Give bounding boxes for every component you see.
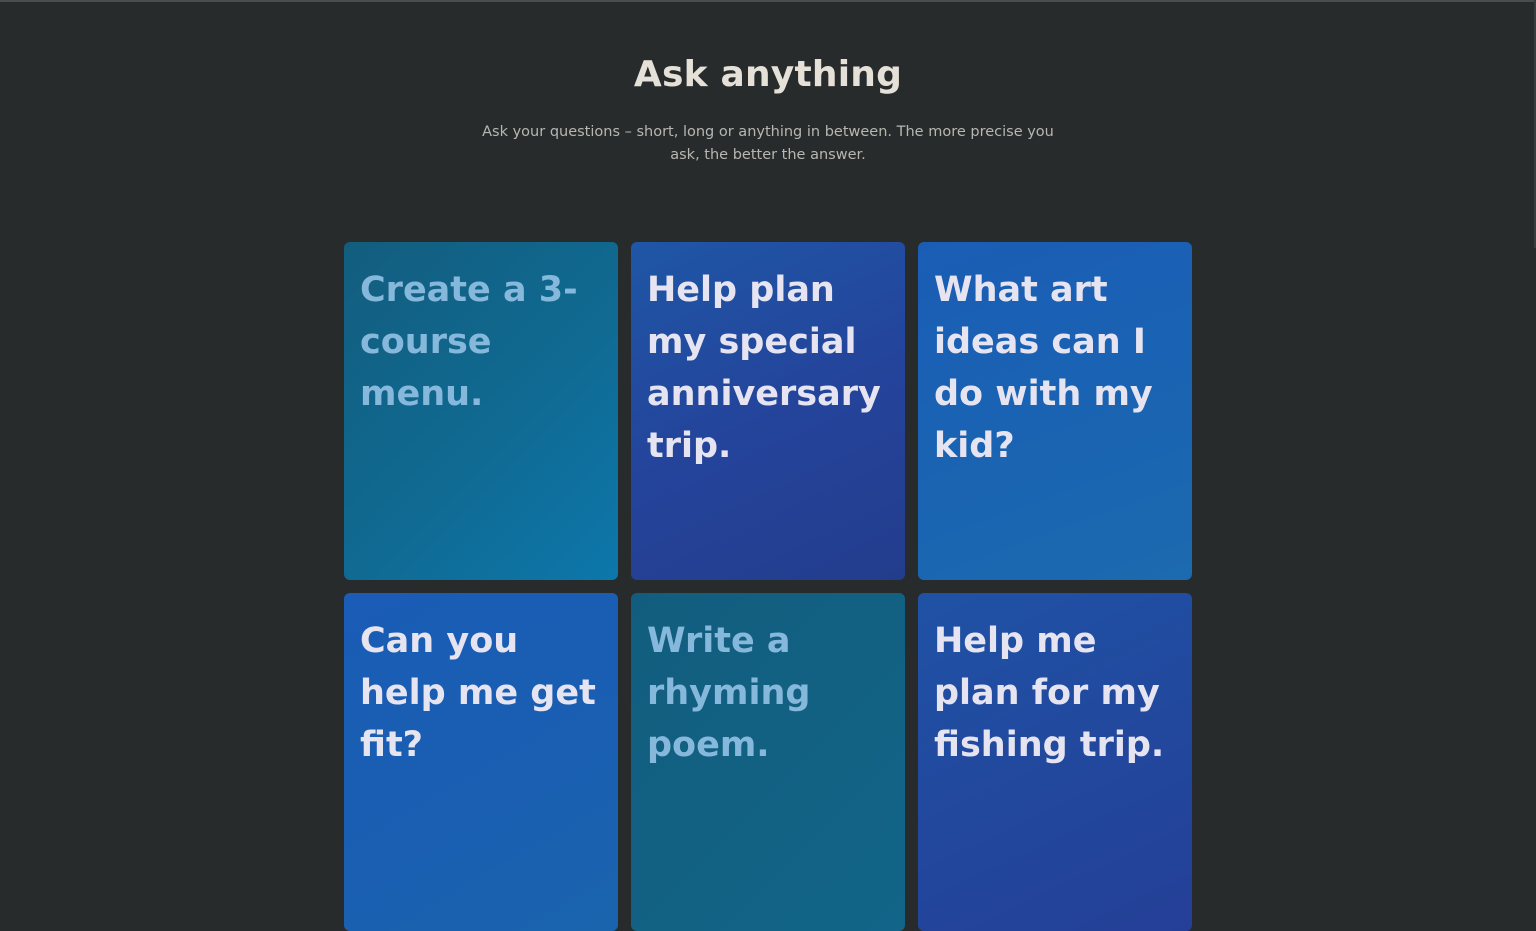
window-top-border xyxy=(0,0,1536,2)
suggestion-card-label: Create a 3-course menu. xyxy=(360,270,578,414)
suggestion-card-fishing-trip[interactable]: Help me plan for my fishing trip. xyxy=(918,593,1192,931)
page-title: Ask anything xyxy=(633,54,903,95)
suggestion-card-3-course-menu[interactable]: Create a 3-course menu. xyxy=(344,242,618,580)
suggestion-card-label: Help me plan for my fishing trip. xyxy=(934,621,1165,765)
prompt-suggestion-grid: Create a 3-course menu. Help plan my spe… xyxy=(344,242,1193,931)
suggestion-card-anniversary-trip[interactable]: Help plan my special anniversary trip. xyxy=(631,242,905,580)
page-subtitle: Ask your questions – short, long or anyt… xyxy=(482,124,1054,163)
suggestion-card-label: Help plan my special anniversary trip. xyxy=(647,270,881,466)
suggestion-card-get-fit[interactable]: Can you help me get fit? xyxy=(344,593,618,931)
suggestion-card-rhyming-poem[interactable]: Write a rhyming poem. xyxy=(631,593,905,931)
suggestion-card-label: Can you help me get fit? xyxy=(360,621,596,765)
suggestion-card-label: Write a rhyming poem. xyxy=(647,621,811,765)
suggestion-card-art-ideas[interactable]: What art ideas can I do with my kid? xyxy=(918,242,1192,580)
suggestion-card-label: What art ideas can I do with my kid? xyxy=(934,270,1153,466)
